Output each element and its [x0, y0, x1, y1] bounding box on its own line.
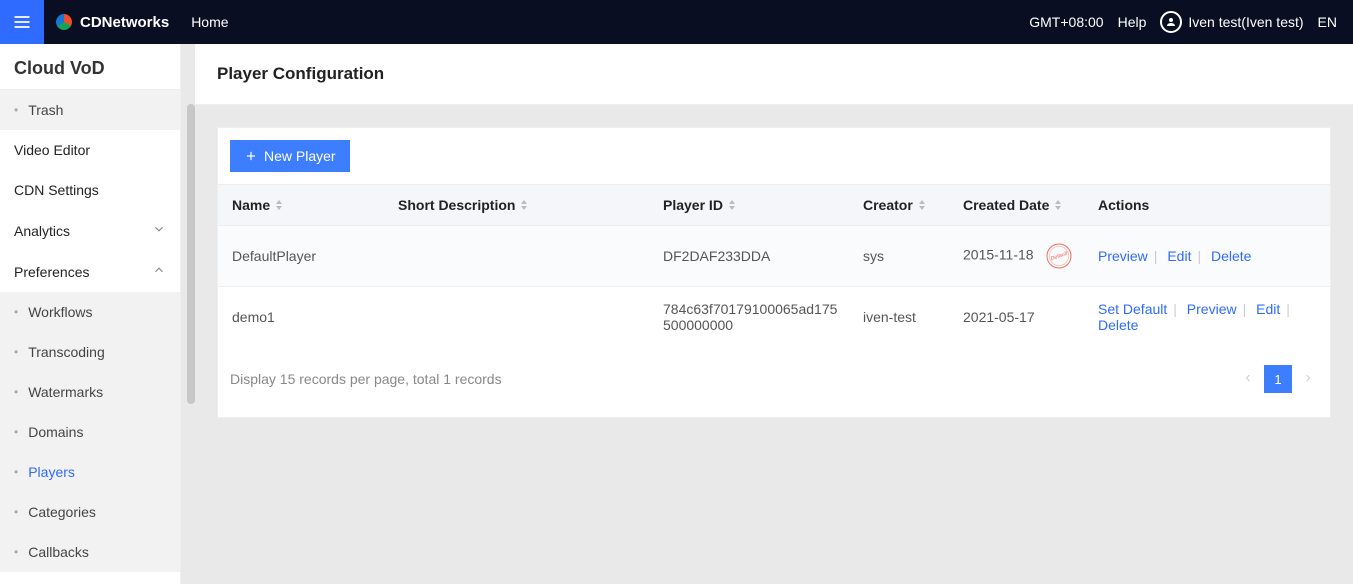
- action-preview[interactable]: Preview: [1187, 301, 1237, 317]
- brand-text: CDNetworks: [80, 14, 169, 31]
- brand-logo-icon: [56, 14, 72, 30]
- sidebar-item-analytics[interactable]: Analytics: [0, 210, 180, 251]
- cell-player-id: 784c63f70179100065ad175500000000: [653, 287, 853, 348]
- table-row: demo1 784c63f70179100065ad175500000000 i…: [218, 287, 1330, 348]
- pagination-summary: Display 15 records per page, total 1 rec…: [230, 371, 502, 387]
- nav-home[interactable]: Home: [191, 14, 228, 30]
- pager-page-1[interactable]: 1: [1264, 365, 1292, 393]
- cell-name: demo1: [218, 287, 388, 348]
- sort-icon: [727, 197, 737, 213]
- sort-icon: [917, 197, 927, 213]
- sidebar-item-label: Players: [28, 464, 166, 480]
- sidebar-item-watermarks[interactable]: Watermarks: [0, 372, 180, 412]
- cell-short: [388, 287, 653, 348]
- language-switcher[interactable]: EN: [1318, 14, 1337, 30]
- chevron-right-icon: [1302, 372, 1314, 384]
- sidebar-item-transcoding[interactable]: Transcoding: [0, 332, 180, 372]
- brand: CDNetworks: [56, 14, 169, 31]
- col-short-description[interactable]: Short Description: [388, 185, 653, 226]
- col-name[interactable]: Name: [218, 185, 388, 226]
- cell-player-id: DF2DAF233DDA: [653, 226, 853, 287]
- cell-name: DefaultPlayer: [218, 226, 388, 287]
- sort-icon: [519, 197, 529, 213]
- sidebar-item-label: CDN Settings: [14, 182, 99, 198]
- cell-actions: Set Default| Preview| Edit| Delete: [1088, 287, 1330, 348]
- sidebar-item-label: Watermarks: [28, 384, 166, 400]
- action-edit[interactable]: Edit: [1167, 248, 1191, 264]
- sidebar: Cloud VoD Trash Video Editor CDN Setting…: [0, 44, 181, 584]
- cell-created: 2015-11-18 Default: [953, 226, 1088, 287]
- cell-creator: sys: [853, 226, 953, 287]
- pager-next[interactable]: [1298, 367, 1318, 391]
- sort-icon: [1053, 197, 1063, 213]
- sidebar-item-video-editor[interactable]: Video Editor: [0, 130, 180, 170]
- plus-icon: [244, 149, 258, 163]
- new-player-label: New Player: [264, 148, 336, 164]
- sidebar-item-preferences[interactable]: Preferences: [0, 251, 180, 292]
- cell-created: 2021-05-17: [953, 287, 1088, 348]
- user-avatar-icon: [1160, 11, 1182, 33]
- sidebar-item-label: Domains: [28, 424, 166, 440]
- svg-text:Default: Default: [1050, 251, 1069, 263]
- action-delete[interactable]: Delete: [1098, 317, 1138, 333]
- sidebar-product-title: Cloud VoD: [0, 44, 180, 90]
- hamburger-icon: [12, 12, 32, 32]
- cell-short: [388, 226, 653, 287]
- action-set-default[interactable]: Set Default: [1098, 301, 1167, 317]
- sidebar-item-domains[interactable]: Domains: [0, 412, 180, 452]
- action-edit[interactable]: Edit: [1256, 301, 1280, 317]
- default-stamp-icon: Default: [1043, 240, 1075, 272]
- action-delete[interactable]: Delete: [1211, 248, 1251, 264]
- sidebar-item-label: Categories: [28, 504, 166, 520]
- col-created-date[interactable]: Created Date: [953, 185, 1088, 226]
- col-creator[interactable]: Creator: [853, 185, 953, 226]
- user-menu[interactable]: Iven test(Iven test): [1160, 11, 1303, 33]
- user-name: Iven test(Iven test): [1188, 14, 1303, 30]
- chevron-left-icon: [1242, 372, 1254, 384]
- page-title: Player Configuration: [217, 64, 1331, 84]
- sidebar-item-label: Transcoding: [28, 344, 166, 360]
- cell-actions: Preview| Edit| Delete: [1088, 226, 1330, 287]
- sidebar-item-trash[interactable]: Trash: [0, 90, 180, 130]
- sidebar-item-workflows[interactable]: Workflows: [0, 292, 180, 332]
- sidebar-item-label: Workflows: [28, 304, 166, 320]
- action-preview[interactable]: Preview: [1098, 248, 1148, 264]
- table-row: DefaultPlayer DF2DAF233DDA sys 2015-11-1…: [218, 226, 1330, 287]
- help-link[interactable]: Help: [1118, 14, 1147, 30]
- sidebar-item-label: Video Editor: [14, 142, 90, 158]
- sidebar-item-label: Callbacks: [28, 544, 166, 560]
- col-actions: Actions: [1088, 185, 1330, 226]
- cell-creator: iven-test: [853, 287, 953, 348]
- col-player-id[interactable]: Player ID: [653, 185, 853, 226]
- sidebar-item-players[interactable]: Players: [0, 452, 180, 492]
- sidebar-item-label: Preferences: [14, 264, 89, 280]
- pager-prev[interactable]: [1238, 367, 1258, 391]
- sidebar-item-label: Trash: [28, 102, 166, 118]
- chevron-down-icon: [152, 222, 166, 239]
- sidebar-scrollbar[interactable]: [187, 104, 195, 404]
- timezone-label: GMT+08:00: [1029, 14, 1103, 30]
- new-player-button[interactable]: New Player: [230, 140, 350, 172]
- sidebar-item-label: Analytics: [14, 223, 70, 239]
- sort-icon: [274, 197, 284, 213]
- players-table: Name Short Description Player ID Creator…: [218, 185, 1330, 347]
- sidebar-item-callbacks[interactable]: Callbacks: [0, 532, 180, 572]
- hamburger-menu-button[interactable]: [0, 0, 44, 44]
- pager: 1: [1238, 365, 1318, 393]
- sidebar-item-cdn-settings[interactable]: CDN Settings: [0, 170, 180, 210]
- chevron-up-icon: [152, 263, 166, 280]
- sidebar-item-categories[interactable]: Categories: [0, 492, 180, 532]
